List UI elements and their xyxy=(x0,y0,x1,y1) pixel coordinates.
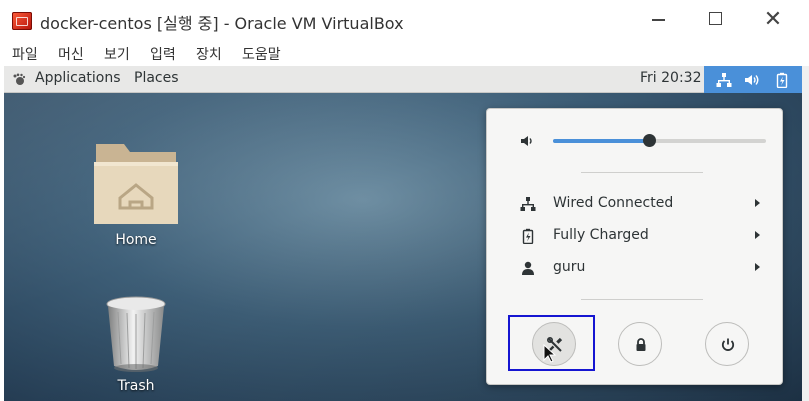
submenu-arrow-icon xyxy=(755,231,760,239)
menu-row-label: Fully Charged xyxy=(553,227,649,243)
menu-row-network[interactable]: Wired Connected xyxy=(487,189,784,219)
lock-button[interactable] xyxy=(618,322,662,366)
desktop-trash[interactable]: Trash xyxy=(96,294,176,394)
minimize-button[interactable] xyxy=(645,8,671,32)
trash-icon xyxy=(106,296,166,372)
menu-row-label: guru xyxy=(553,259,586,275)
desktop-home-label: Home xyxy=(115,232,157,248)
menu-input[interactable]: 입력 xyxy=(150,44,176,64)
window-titlebar: docker-centos [실행 중] - Oracle VM Virtual… xyxy=(0,0,809,40)
menu-file[interactable]: 파일 xyxy=(12,44,38,64)
vbox-menubar: 파일 머신 보기 입력 장치 도움말 xyxy=(0,40,809,66)
menu-row-battery[interactable]: Fully Charged xyxy=(487,221,784,251)
desktop-trash-label: Trash xyxy=(117,378,155,394)
menu-view[interactable]: 보기 xyxy=(104,44,130,64)
power-icon xyxy=(721,338,735,351)
menu-help[interactable]: 도움말 xyxy=(242,44,281,64)
host-window-edge xyxy=(802,66,809,401)
user-icon xyxy=(522,261,534,275)
minimize-icon xyxy=(651,19,665,21)
places-menu[interactable]: Places xyxy=(134,70,179,86)
maximize-icon xyxy=(708,12,722,25)
gnome-foot-icon xyxy=(13,73,26,85)
menu-row-label: Wired Connected xyxy=(553,195,674,211)
close-icon: ✕ xyxy=(763,7,783,32)
system-status-area[interactable] xyxy=(704,66,802,93)
network-wired-icon xyxy=(520,197,536,211)
lock-icon xyxy=(636,338,646,351)
gnome-topbar: Applications Places Fri 20:32 xyxy=(4,66,802,93)
window-title: docker-centos [실행 중] - Oracle VM Virtual… xyxy=(40,14,404,33)
menu-row-user[interactable]: guru xyxy=(487,253,784,283)
network-wired-icon xyxy=(716,73,732,87)
submenu-arrow-icon xyxy=(755,263,760,271)
maximize-button[interactable] xyxy=(702,8,728,32)
desktop-home[interactable]: Home xyxy=(90,138,182,248)
clock[interactable]: Fri 20:32 xyxy=(640,70,701,86)
volume-slider-handle[interactable] xyxy=(642,134,656,147)
menu-machine[interactable]: 머신 xyxy=(58,44,84,64)
virtualbox-icon xyxy=(12,12,32,30)
volume-icon xyxy=(521,136,532,146)
home-folder-icon xyxy=(94,144,178,224)
applications-menu[interactable]: Applications xyxy=(35,70,121,86)
menu-devices[interactable]: 장치 xyxy=(196,44,222,64)
power-button[interactable] xyxy=(705,322,749,366)
volume-slider[interactable] xyxy=(553,134,766,147)
submenu-arrow-icon xyxy=(755,199,760,207)
separator xyxy=(581,299,703,300)
mouse-cursor-icon xyxy=(543,344,557,363)
battery-full-icon xyxy=(522,228,534,244)
volume-slider-fill xyxy=(553,139,649,143)
battery-icon xyxy=(776,72,788,88)
separator xyxy=(581,172,703,173)
volume-icon xyxy=(745,75,759,85)
close-button[interactable]: ✕ xyxy=(760,8,786,32)
